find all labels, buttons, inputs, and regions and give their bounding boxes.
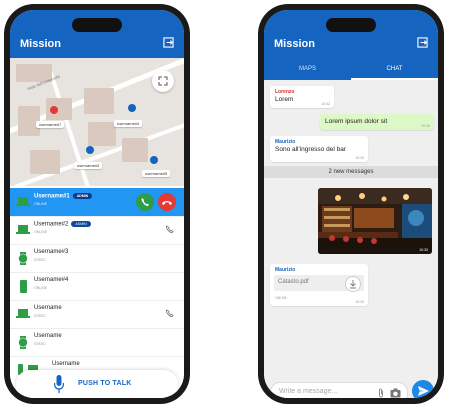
download-icon [350,280,356,289]
call-icon[interactable] [165,309,174,318]
message-time: 10:33 [355,300,364,304]
admin-badge: ADMIN [71,221,91,227]
laptop-icon [16,225,30,234]
message-sender: Maurizio [275,267,296,273]
dynamic-island [326,18,376,32]
bar-photo-image [318,188,432,254]
map-building [122,138,148,162]
file-message-bubble[interactable]: Maurizio Catasto.pdf 158 KB 10:33 [270,264,368,306]
file-size: 158 KB [275,296,287,300]
file-name: Catasto.pdf [278,279,309,285]
map-building [30,150,60,174]
message-time: 10:33 [355,156,364,160]
tab-chat[interactable]: CHAT [351,58,438,80]
exit-icon[interactable] [163,37,174,48]
user-row[interactable]: Username STATIC [10,328,184,357]
send-icon [418,386,429,396]
message-text: Sono all'ingresso del bar [275,146,346,153]
map-marker-label: username#7 [36,121,65,128]
user-name-text: Username#2 [34,221,69,228]
my-message-bubble: Lorem ipsum dolor sit 10:33 [320,114,434,130]
call-icon[interactable] [165,225,174,234]
user-name: Username#3 [34,249,69,255]
map-marker[interactable] [86,146,94,154]
left-phone-screen: Mission Viale dell'Università username#7… [10,10,184,398]
user-row[interactable]: Username STATIC [10,300,184,329]
phone-icon [141,198,149,206]
laptop-icon [16,197,30,206]
user-row[interactable]: Username#4 ONLINE [10,272,184,301]
new-messages-divider: 2 new messages [264,166,438,178]
send-button[interactable] [412,380,434,398]
left-phone-frame: Mission Viale dell'Università username#7… [4,4,190,404]
watch-icon [18,252,28,265]
user-name: Username [34,333,62,339]
user-name: Username#4 [34,277,69,283]
message-time: 10:33 [421,124,430,128]
user-status: ONLINE [34,202,48,206]
message-text: Lorem [275,96,294,103]
user-name-text: Username#1 [34,193,70,200]
user-status: ONLINE [34,286,48,290]
user-row[interactable]: Username#1 ADMIN ONLINE [10,188,184,217]
decline-call-button[interactable] [158,193,176,211]
exit-icon[interactable] [417,37,428,48]
message-bubble: Maurizio Sono all'ingresso del bar 10:33 [270,136,368,162]
admin-badge: ADMIN [72,193,93,199]
map-marker-label: username#5 [142,170,171,177]
microphone-icon [54,375,64,393]
tab-maps[interactable]: MAPS [264,58,351,80]
accept-call-button[interactable] [136,193,154,211]
tab-bar: MAPS CHAT [264,58,438,80]
user-row[interactable]: Username#2 ADMIN ONLINE [10,216,184,245]
user-name: Username [34,305,62,311]
photo-message[interactable]: 10:33 [318,188,432,254]
message-sender: Maurizio [275,139,296,145]
app-title: Mission [274,38,315,50]
user-row[interactable]: Username#3 STATIC [10,244,184,273]
map-view[interactable]: Viale dell'Università username#7 usernam… [10,58,184,186]
hang-up-icon [162,201,172,205]
phone-device-icon [20,280,27,293]
file-attachment: Catasto.pdf [274,275,364,292]
map-marker-label: username#4 [114,120,143,127]
attachment-icon[interactable] [377,388,385,398]
message-text: Lorem ipsum dolor sit [325,118,388,125]
chat-area: Lorenzo Lorem 10:32 Lorem ipsum dolor si… [264,80,438,398]
message-input-placeholder: Write a message... [279,388,338,395]
user-name: Username [52,361,80,367]
map-building [88,122,116,146]
map-building [84,88,114,114]
message-time: 10:32 [321,102,330,106]
dynamic-island [72,18,122,32]
user-list: Username#1 ADMIN ONLINE Username#2 ADMIN… [10,186,184,398]
watch-icon [18,336,28,349]
right-phone-screen: Mission MAPS CHAT Lorenzo Lorem 10:32 Lo… [264,10,438,398]
message-input[interactable]: Write a message... [270,382,408,398]
map-marker[interactable] [128,104,136,112]
map-marker[interactable] [50,106,58,114]
message-sender: Lorenzo [275,89,295,95]
push-to-talk-label: PUSH TO TALK [78,380,132,387]
message-bubble: Lorenzo Lorem 10:32 [270,86,334,108]
user-status: STATIC [34,342,46,346]
fullscreen-icon [158,76,168,86]
camera-icon[interactable] [390,388,401,398]
push-to-talk-button[interactable]: PUSH TO TALK [16,370,178,398]
app-title: Mission [20,38,61,50]
user-status: STATIC [34,314,46,318]
map-marker[interactable] [150,156,158,164]
download-button[interactable] [345,276,361,292]
user-name: Username#2 ADMIN [34,221,91,228]
photo-time: 10:33 [419,248,428,252]
user-status: STATIC [34,258,46,262]
fullscreen-button[interactable] [152,70,174,92]
user-status: ONLINE [34,230,48,234]
laptop-icon [16,309,30,318]
map-marker-label: username#3 [74,162,103,169]
user-name: Username#1 ADMIN [34,193,93,200]
right-phone-frame: Mission MAPS CHAT Lorenzo Lorem 10:32 Lo… [258,4,444,404]
